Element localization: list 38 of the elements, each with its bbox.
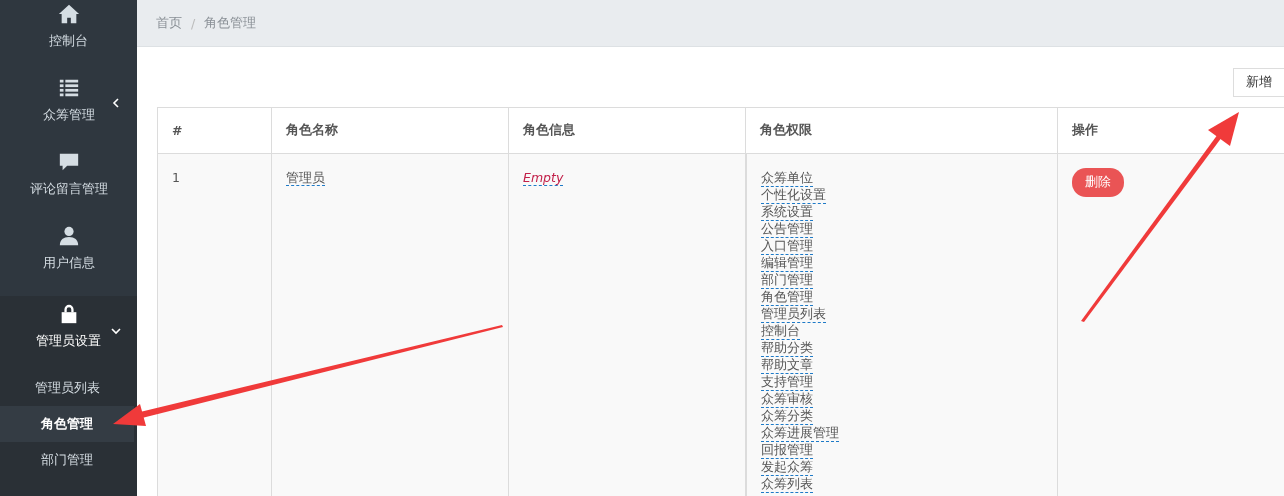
list-icon (57, 77, 80, 99)
user-icon (57, 225, 80, 247)
permission-item[interactable]: 众筹审核 (761, 391, 813, 408)
row-number: 1 (172, 170, 180, 185)
permission-item[interactable]: 个性化设置 (761, 187, 826, 204)
add-role-button[interactable]: 新增 (1233, 68, 1284, 97)
permission-item[interactable]: 入口管理 (761, 238, 813, 255)
permission-item[interactable]: 回报管理 (761, 442, 813, 459)
nav-item[interactable]: 众筹管理 (0, 74, 137, 148)
permission-item[interactable]: 帮助分类 (761, 340, 813, 357)
submenu-item[interactable]: 部门管理 (0, 442, 134, 478)
permission-item[interactable]: 角色管理 (761, 289, 813, 306)
column-header: 角色权限 (745, 107, 1058, 154)
column-header: # (157, 107, 272, 154)
permission-item[interactable]: 系统设置 (761, 204, 813, 221)
permission-item[interactable]: 管理员列表 (761, 306, 826, 323)
home-icon (57, 3, 80, 25)
permission-item[interactable]: 部门管理 (761, 272, 813, 289)
column-header: 角色信息 (508, 107, 746, 154)
role-info[interactable]: Empty (523, 170, 564, 186)
permission-item[interactable]: 控制台 (761, 323, 800, 340)
permission-item[interactable]: 众筹单位 (761, 170, 813, 187)
delete-button[interactable]: 删除 (1072, 168, 1124, 197)
permission-item[interactable]: 众筹分类 (761, 408, 813, 425)
permission-item[interactable]: 公告管理 (761, 221, 813, 238)
permission-item[interactable]: 众筹列表 (761, 476, 813, 493)
permission-item[interactable]: 编辑管理 (761, 255, 813, 272)
permission-item[interactable]: 支持管理 (761, 374, 813, 391)
role-name[interactable]: 管理员 (286, 170, 325, 186)
permission-item[interactable]: 发起众筹 (761, 459, 813, 476)
nav-item[interactable]: 用户信息 (0, 222, 137, 296)
permission-item[interactable]: 帮助文章 (761, 357, 813, 374)
breadcrumb-separator: / (191, 15, 196, 31)
submenu-item[interactable]: 角色管理 (0, 406, 134, 442)
permission-item[interactable]: 众筹进展管理 (761, 425, 839, 442)
column-header: 角色名称 (271, 107, 509, 154)
nav-item[interactable]: 控制台 (0, 0, 137, 74)
nav-item[interactable]: 评论留言管理 (0, 148, 137, 222)
